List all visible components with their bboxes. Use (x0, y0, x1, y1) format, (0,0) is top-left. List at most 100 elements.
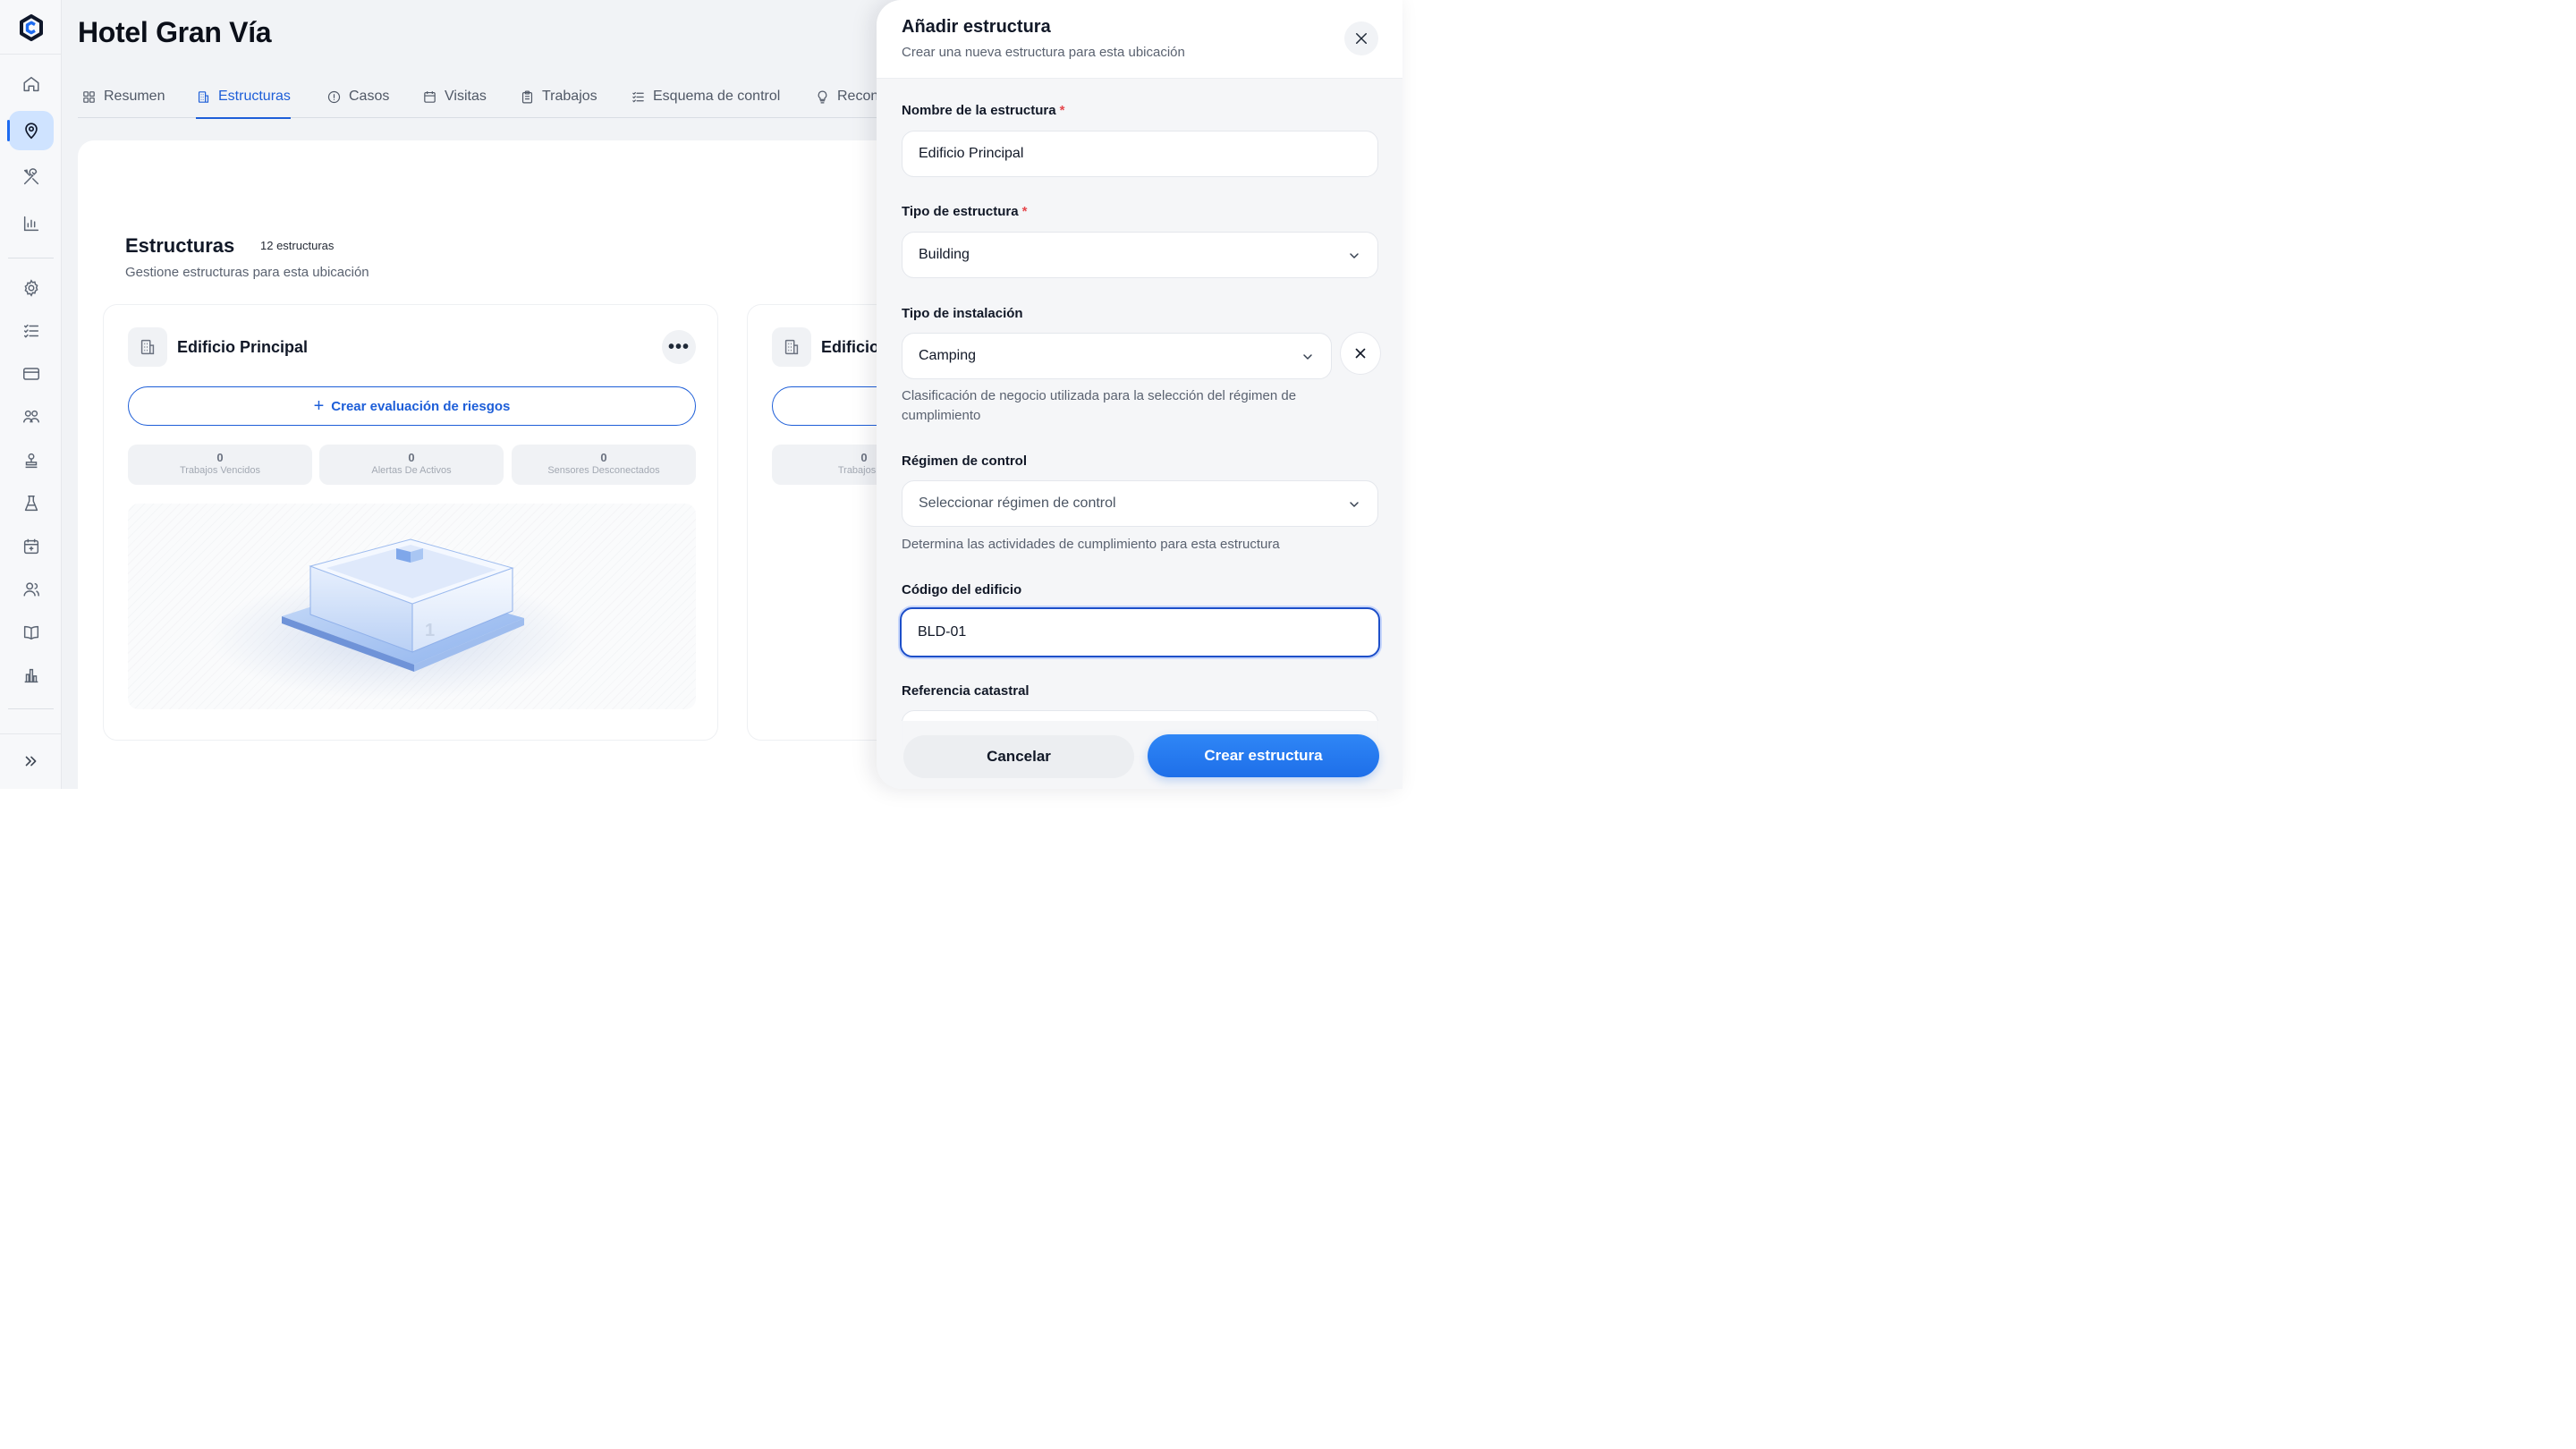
bar-chart-icon (23, 216, 39, 232)
nav-users[interactable] (9, 570, 54, 609)
tab-label: Trabajos (542, 89, 597, 104)
structure-icon (128, 327, 167, 367)
label-text: Nombre de la estructura (902, 103, 1056, 118)
building-chart-icon (24, 668, 38, 683)
dashboard-icon (83, 90, 95, 103)
structure-name-label: Nombre de la estructura * (902, 103, 1064, 118)
calendar-icon (424, 90, 436, 103)
nav-reports[interactable] (9, 204, 54, 243)
stat-value: 0 (408, 451, 415, 464)
label-text: Tipo de estructura (902, 204, 1019, 219)
users-icon (23, 582, 39, 597)
structure-type-select[interactable]: Building (902, 232, 1378, 278)
app-logo-icon[interactable] (18, 14, 45, 41)
input-value: Edificio Principal (919, 146, 1024, 161)
cancel-button[interactable]: Cancelar (903, 735, 1134, 778)
control-regime-select[interactable]: Seleccionar régimen de control (902, 480, 1378, 527)
nav-home[interactable] (9, 64, 54, 104)
stat-value: 0 (216, 451, 224, 464)
tab-estructuras[interactable]: Estructuras (196, 75, 291, 119)
chevron-down-icon (1350, 253, 1359, 258)
nav-locations[interactable] (7, 111, 54, 150)
close-icon (1356, 33, 1367, 44)
nav-teams[interactable] (9, 397, 54, 436)
nav-tools[interactable] (9, 157, 54, 197)
nav-billing[interactable] (9, 354, 54, 394)
installation-help-text: Clasificación de negocio utilizada para … (902, 388, 1297, 423)
checklist-icon (632, 91, 644, 103)
tab-resumen[interactable]: Resumen (81, 75, 165, 118)
create-structure-button[interactable]: Crear estructura (1148, 734, 1379, 777)
gear-icon (24, 279, 38, 297)
chevrons-right-icon (25, 756, 37, 767)
section-subtitle: Gestione estructuras para esta ubicación (125, 265, 369, 280)
structure-name: Edificio Principal (177, 338, 309, 356)
control-regime-label: Régimen de control (902, 453, 1028, 469)
tab-label: Visitas (445, 89, 487, 104)
panel-title: Añadir estructura (902, 17, 1051, 37)
tab-bar: Resumen Estructuras Casos Visitas Trabaj… (78, 75, 972, 119)
close-button[interactable] (1344, 21, 1378, 55)
building-icon (140, 339, 155, 355)
structure-card[interactable]: Edificio Principal ••• + Crear evaluació… (103, 304, 718, 741)
more-options-button[interactable]: ••• (662, 330, 696, 364)
panel-header: Añadir estructura Crear una nueva estruc… (877, 0, 1402, 79)
card-icon (23, 368, 39, 380)
structure-count: 12 estructuras (260, 239, 335, 252)
nav-library[interactable] (9, 613, 54, 652)
calendar-plus-icon (23, 538, 39, 555)
tab-label: Resumen (104, 89, 165, 104)
sidebar-divider (0, 733, 62, 734)
structure-name: Edificio (821, 338, 880, 356)
structure-name-input[interactable]: Edificio Principal (902, 131, 1378, 177)
sidebar-divider (8, 708, 54, 709)
book-icon (23, 625, 39, 640)
building-code-input[interactable]: BLD-01 (900, 607, 1380, 657)
building-icon (784, 339, 799, 355)
expand-sidebar-button[interactable] (9, 741, 54, 781)
nav-analytics[interactable] (9, 656, 54, 695)
tab-esquema-de-control[interactable]: Esquema de control (631, 75, 780, 118)
alert-circle-icon (327, 90, 341, 103)
tab-recomendaciones[interactable]: Recon (815, 75, 878, 118)
tab-visitas[interactable]: Visitas (422, 75, 487, 118)
home-icon (23, 76, 39, 92)
isometric-building-icon: 1 (208, 538, 584, 700)
nav-settings[interactable] (9, 268, 54, 308)
building-icon (198, 90, 209, 103)
page-title: Hotel Gran Vía (78, 16, 272, 48)
nav-stamp[interactable] (9, 441, 54, 480)
create-risk-assessment-button[interactable]: + Crear evaluación de riesgos (128, 386, 696, 426)
building-code-label: Código del edificio (902, 582, 1022, 597)
stat-value: 0 (600, 451, 607, 464)
nav-calendar[interactable] (9, 527, 54, 566)
clear-installation-button[interactable] (1340, 332, 1381, 375)
stat-overdue-jobs: 0 Trabajos Vencidos (128, 445, 312, 485)
cadastral-reference-label: Referencia catastral (902, 683, 1030, 699)
nav-lab[interactable] (9, 484, 54, 523)
structure-icon (772, 327, 811, 367)
chevron-down-icon (1303, 354, 1312, 360)
lightbulb-icon (818, 90, 827, 103)
installation-type-select[interactable]: Camping (902, 333, 1332, 379)
panel-subtitle: Crear una nueva estructura para esta ubi… (902, 45, 1185, 60)
flask-icon (24, 496, 38, 512)
required-mark: * (1021, 204, 1028, 219)
sidebar (0, 0, 62, 789)
clipboard-icon (521, 90, 533, 103)
input-value: BLD-01 (918, 624, 967, 640)
tab-casos[interactable]: Casos (326, 75, 389, 118)
tab-trabajos[interactable]: Trabajos (520, 75, 597, 118)
installation-type-label: Tipo de instalación (902, 306, 1023, 321)
tab-label: Casos (349, 89, 390, 104)
checklist-icon (23, 324, 39, 338)
nav-checklists[interactable] (9, 311, 54, 351)
plus-icon: + (313, 396, 325, 416)
stamp-icon (25, 453, 38, 469)
select-value: Camping (919, 348, 977, 363)
map-pin-icon (25, 123, 38, 140)
team-icon (23, 410, 39, 423)
chevron-down-icon (1350, 502, 1359, 507)
stat-label: Sensores Desconectados (547, 465, 660, 476)
tab-label: Recon (837, 89, 879, 104)
